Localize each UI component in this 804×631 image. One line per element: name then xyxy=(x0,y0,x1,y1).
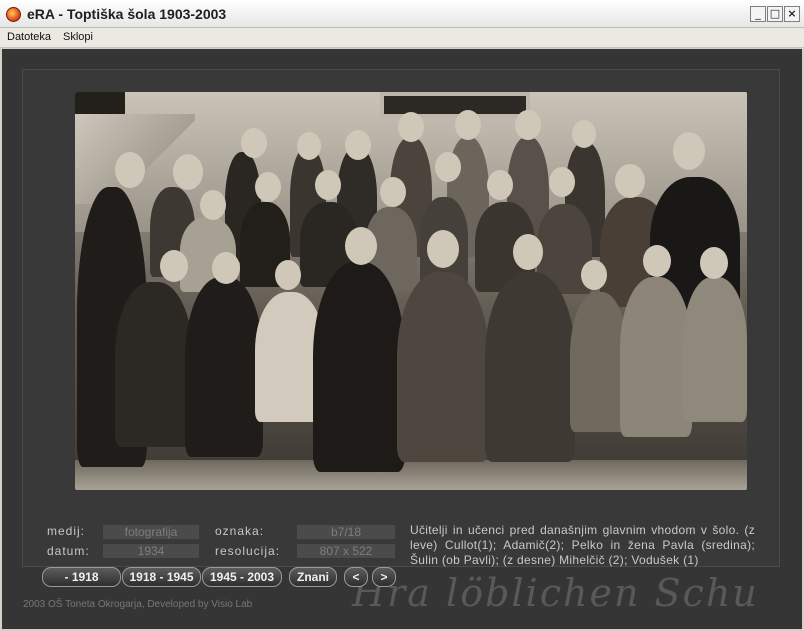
medij-value: fotografija xyxy=(103,525,199,539)
maximize-button[interactable]: □ xyxy=(767,6,783,22)
oznaka-label: oznaka: xyxy=(215,524,265,538)
menu-datoteka[interactable]: Datoteka xyxy=(7,31,51,43)
close-button[interactable]: × xyxy=(784,6,800,22)
title-bar: eRA - Toptiška šola 1903-2003 _ □ × xyxy=(0,0,804,28)
window-title: eRA - Toptiška šola 1903-2003 xyxy=(27,6,227,22)
znani-button[interactable]: Znani xyxy=(289,567,337,587)
resolucija-value: 807 x 522 xyxy=(297,544,395,558)
medij-label: medij: xyxy=(47,524,86,538)
menu-bar: Datoteka Sklopi xyxy=(0,28,804,48)
handwriting-watermark: Hra löblichen Schu xyxy=(352,571,759,615)
datum-value: 1934 xyxy=(103,544,199,558)
main-content: medij: fotografija datum: 1934 oznaka: b… xyxy=(2,49,802,629)
previous-button[interactable]: < xyxy=(344,567,368,587)
datum-label: datum: xyxy=(47,544,90,558)
period-1945-2003-button[interactable]: 1945 - 2003 xyxy=(202,567,282,587)
app-icon xyxy=(6,7,21,22)
photo-description: Učitelji in učenci pred današnjim glavni… xyxy=(410,523,755,567)
archive-photo xyxy=(75,92,747,490)
footer-credits: 2003 OŠ Toneta Okrogarja, Developed by V… xyxy=(23,599,253,610)
menu-sklopi[interactable]: Sklopi xyxy=(63,31,93,43)
oznaka-value: b7/18 xyxy=(297,525,395,539)
period-1918-1945-button[interactable]: 1918 - 1945 xyxy=(122,567,201,587)
next-button[interactable]: > xyxy=(372,567,396,587)
minimize-button[interactable]: _ xyxy=(750,6,766,22)
resolucija-label: resolucija: xyxy=(215,544,281,558)
period-before-1918-button[interactable]: - 1918 xyxy=(42,567,121,587)
